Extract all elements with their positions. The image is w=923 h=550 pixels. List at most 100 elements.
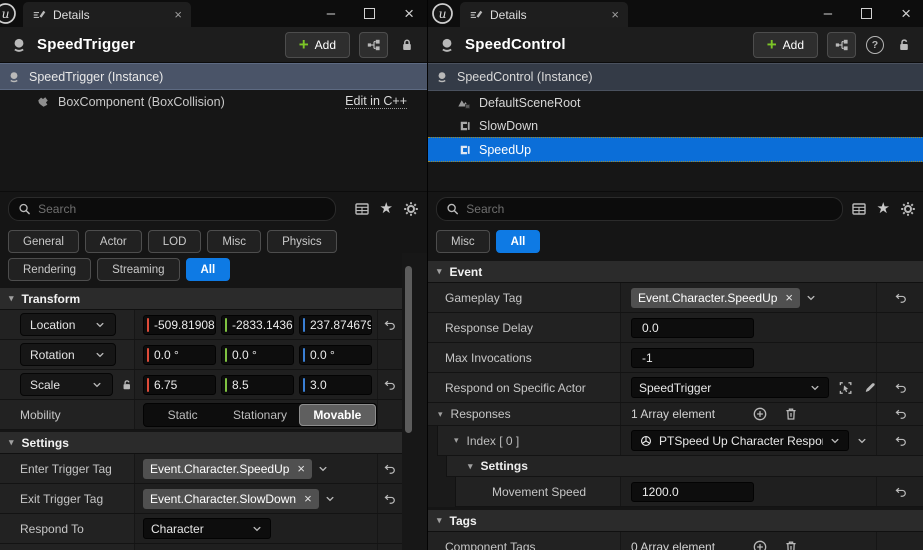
chevron-down-icon[interactable] <box>805 292 817 304</box>
add-button[interactable]: + Add <box>284 31 350 58</box>
tree-row-slowdown[interactable]: SlowDown <box>428 114 923 137</box>
search-input[interactable] <box>38 201 326 216</box>
chevron-down-icon[interactable] <box>324 493 336 505</box>
revert-icon[interactable] <box>894 434 908 448</box>
section-settings[interactable]: ▾ Settings <box>0 432 402 454</box>
scale-dropdown[interactable]: Scale <box>20 373 114 396</box>
rotation-z-input[interactable]: 0.0 ° <box>299 344 372 365</box>
filter-chip-physics[interactable]: Physics <box>267 230 337 253</box>
response-delay-input[interactable]: 0.0 <box>631 317 754 338</box>
tree-row-speedtrigger-instance[interactable]: SpeedTrigger (Instance) <box>0 63 427 90</box>
filter-chip-actor[interactable]: Actor <box>84 230 142 253</box>
filter-chip-misc[interactable]: Misc <box>436 230 490 253</box>
eyedropper-icon[interactable] <box>863 381 876 395</box>
remove-tag-icon[interactable]: × <box>297 462 305 475</box>
response-class-dropdown[interactable]: PTSpeed Up Character Response <box>631 430 849 451</box>
location-x-input[interactable]: -509.81908 <box>143 314 216 335</box>
filter-chip-general[interactable]: General <box>8 230 79 253</box>
revert-icon[interactable] <box>383 318 397 332</box>
search-input[interactable] <box>466 201 833 216</box>
display-filter-icon[interactable] <box>851 201 867 217</box>
delete-array-icon[interactable] <box>783 406 799 422</box>
revert-icon[interactable] <box>894 407 908 421</box>
minimize-icon[interactable]: – <box>327 6 335 21</box>
add-button[interactable]: + Add <box>752 31 818 58</box>
scale-y-input[interactable]: 8.5 <box>221 374 294 395</box>
mobility-option-movable[interactable]: Movable <box>298 403 376 426</box>
gameplay-tag-chip[interactable]: Event.Character.SpeedUp × <box>631 287 801 308</box>
revert-icon[interactable] <box>383 378 397 392</box>
max-invocations-input[interactable]: -1 <box>631 347 754 368</box>
edit-in-cpp-link[interactable]: Edit in C++ <box>345 94 407 109</box>
section-transform[interactable]: ▾ Transform <box>0 288 402 310</box>
remove-tag-icon[interactable]: × <box>785 291 793 304</box>
remove-tag-icon[interactable]: × <box>304 492 312 505</box>
delete-array-icon[interactable] <box>783 539 799 550</box>
filter-chip-all[interactable]: All <box>495 230 541 253</box>
revert-icon[interactable] <box>894 381 908 395</box>
subsection-settings[interactable]: ▾ Settings <box>428 456 923 477</box>
tab-close-icon[interactable]: × <box>611 8 619 21</box>
mobility-option-stationary[interactable]: Stationary <box>221 404 298 426</box>
settings-gear-icon[interactable] <box>403 201 419 217</box>
enter-tag-chip[interactable]: Event.Character.SpeedUp × <box>143 458 313 479</box>
revert-icon[interactable] <box>383 492 397 506</box>
rotation-x-input[interactable]: 0.0 ° <box>143 344 216 365</box>
search-box[interactable] <box>436 196 843 221</box>
favorites-star-icon[interactable]: ★ <box>877 201 890 216</box>
maximize-icon[interactable] <box>364 8 376 19</box>
respond-actor-dropdown[interactable]: SpeedTrigger <box>631 377 830 398</box>
close-icon[interactable]: × <box>901 5 911 22</box>
tree-row-speedup[interactable]: SpeedUp <box>428 137 923 162</box>
open-blueprint-button[interactable] <box>359 31 388 58</box>
filter-chip-lod[interactable]: LOD <box>147 230 202 253</box>
settings-gear-icon[interactable] <box>900 201 916 217</box>
close-icon[interactable]: × <box>404 5 414 22</box>
maximize-icon[interactable] <box>861 8 873 19</box>
add-array-element-icon[interactable] <box>752 406 768 422</box>
display-filter-icon[interactable] <box>354 201 370 217</box>
exit-tag-chip[interactable]: Event.Character.SlowDown × <box>143 488 319 509</box>
scale-x-input[interactable]: 6.75 <box>143 374 216 395</box>
tree-row-boxcomponent[interactable]: BoxComponent (BoxCollision) Edit in C++ <box>0 90 427 113</box>
minimize-icon[interactable]: – <box>824 6 832 21</box>
tree-row-defaultsceneroot[interactable]: DefaultSceneRoot <box>428 91 923 114</box>
filter-chip-streaming[interactable]: Streaming <box>97 258 180 281</box>
tab-close-icon[interactable]: × <box>174 8 182 21</box>
revert-icon[interactable] <box>894 291 908 305</box>
location-z-input[interactable]: 237.874679 <box>299 314 372 335</box>
tab-details[interactable]: Details × <box>23 2 191 27</box>
filter-chip-all[interactable]: All <box>185 258 231 281</box>
movement-speed-input[interactable]: 1200.0 <box>631 481 754 502</box>
help-button[interactable]: ? <box>865 35 885 54</box>
section-tags[interactable]: ▾ Tags <box>428 510 923 532</box>
rotation-y-input[interactable]: 0.0 ° <box>221 344 294 365</box>
scale-z-input[interactable]: 3.0 <box>299 374 372 395</box>
rotation-dropdown[interactable]: Rotation <box>20 343 116 366</box>
tab-details[interactable]: Details × <box>460 2 628 27</box>
scale-lock-open-icon[interactable] <box>120 378 134 392</box>
location-y-input[interactable]: -2833.14366 <box>221 314 294 335</box>
search-box[interactable] <box>8 196 336 221</box>
tree-row-speedcontrol-instance[interactable]: SpeedControl (Instance) <box>428 63 923 91</box>
scrollbar-thumb[interactable] <box>405 266 412 433</box>
respond-to-dropdown[interactable]: Character <box>143 518 271 539</box>
favorites-star-icon[interactable]: ★ <box>380 201 393 216</box>
caret-down-icon[interactable]: ▾ <box>454 436 459 445</box>
lock-button[interactable] <box>894 37 914 53</box>
mobility-option-static[interactable]: Static <box>144 404 221 426</box>
revert-icon[interactable] <box>894 485 908 499</box>
filter-chip-misc[interactable]: Misc <box>207 230 262 253</box>
scrollbar-track[interactable] <box>402 253 427 550</box>
section-event[interactable]: ▾ Event <box>428 261 923 283</box>
add-array-element-icon[interactable] <box>752 539 768 550</box>
location-dropdown[interactable]: Location <box>20 313 116 336</box>
open-blueprint-button[interactable] <box>827 31 856 58</box>
chevron-down-icon[interactable] <box>317 463 329 475</box>
filter-chip-rendering[interactable]: Rendering <box>8 258 92 281</box>
lock-button[interactable] <box>397 37 417 53</box>
caret-down-icon[interactable]: ▾ <box>438 409 443 419</box>
revert-icon[interactable] <box>383 462 397 476</box>
expand-chevron-icon[interactable] <box>856 435 868 447</box>
pick-actor-icon[interactable] <box>838 380 853 396</box>
